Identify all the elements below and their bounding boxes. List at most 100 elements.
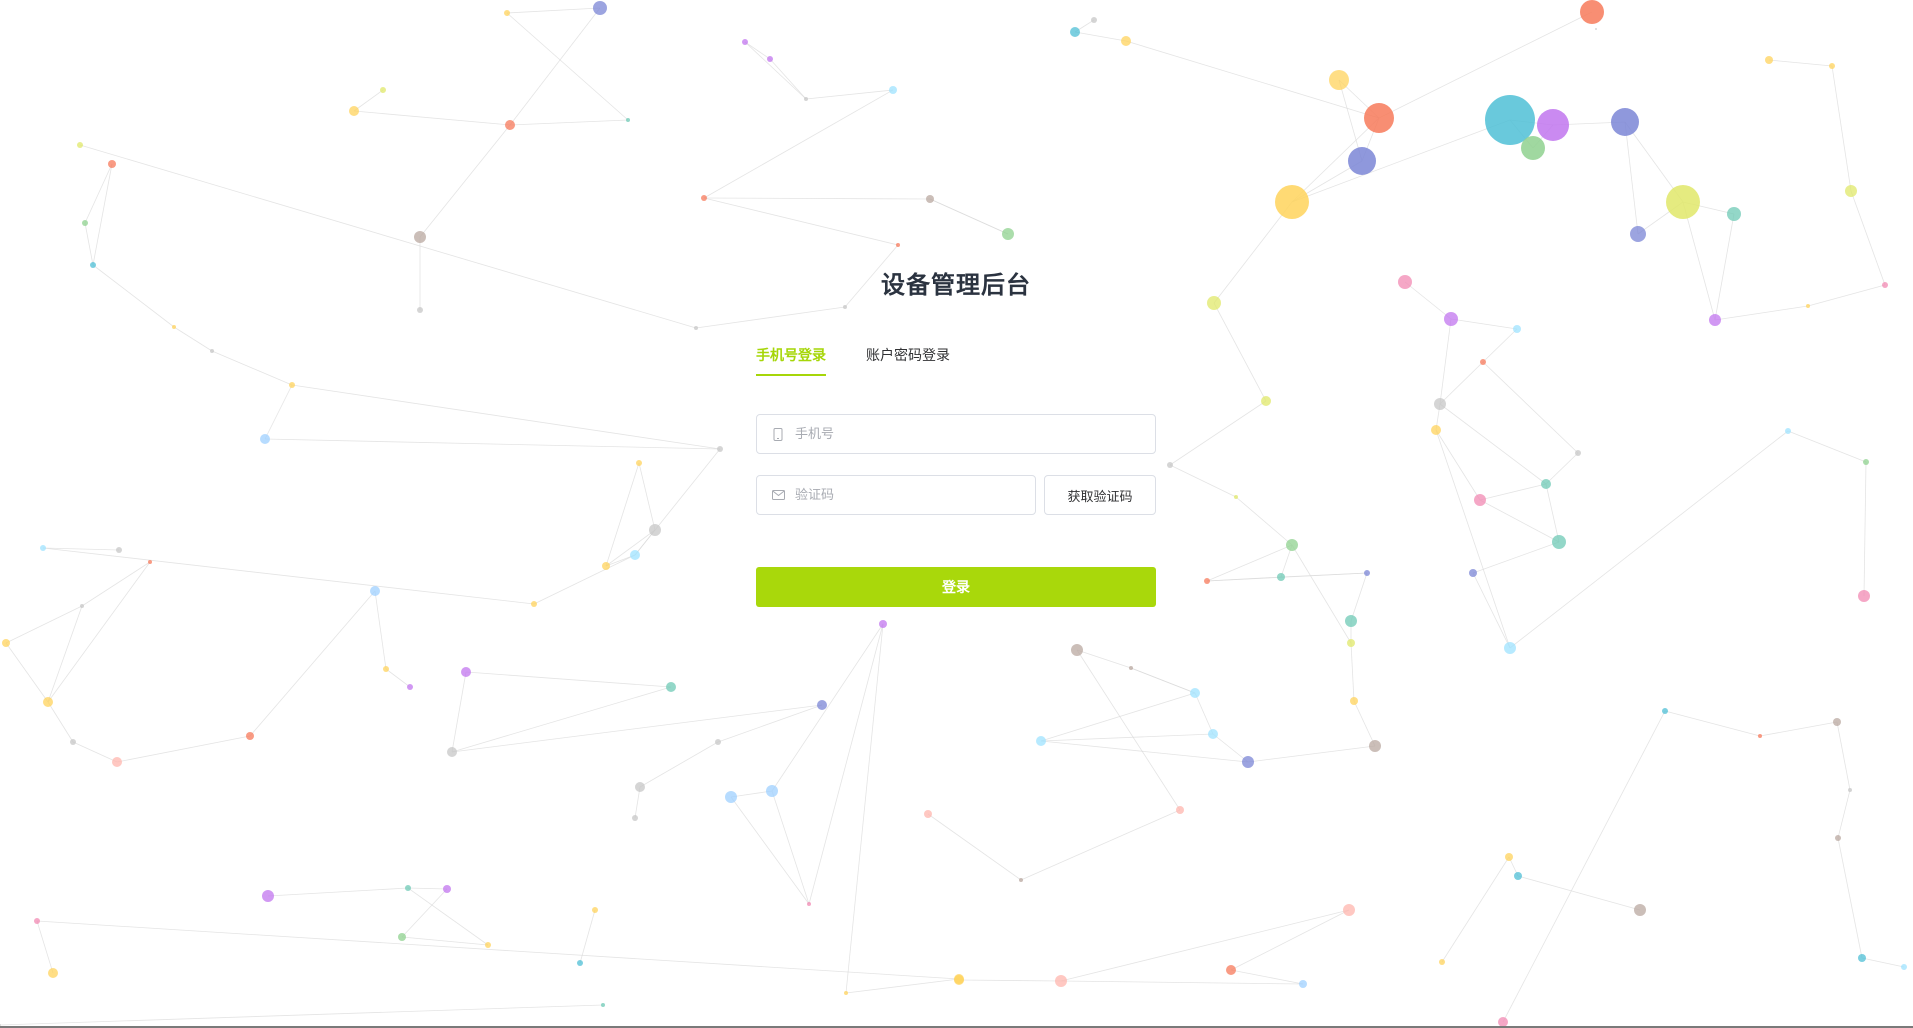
network-link bbox=[808, 623, 884, 905]
tab-account-login[interactable]: 账户密码登录 bbox=[866, 342, 950, 376]
network-particle bbox=[649, 524, 661, 536]
network-link bbox=[1479, 499, 1560, 543]
code-input[interactable] bbox=[793, 476, 1035, 514]
network-link bbox=[1768, 59, 1833, 67]
network-particle bbox=[636, 460, 642, 466]
network-particle bbox=[116, 547, 122, 553]
network-particle bbox=[694, 326, 698, 330]
network-link bbox=[1378, 11, 1593, 119]
network-link bbox=[1624, 121, 1639, 235]
network-particle bbox=[807, 902, 811, 906]
network-particle bbox=[40, 545, 46, 551]
network-link bbox=[579, 909, 596, 964]
network-particle bbox=[1630, 226, 1646, 242]
network-particle bbox=[1347, 639, 1355, 647]
network-particle bbox=[1474, 494, 1486, 506]
network-particle bbox=[1176, 806, 1184, 814]
network-particle bbox=[1204, 578, 1210, 584]
network-particle bbox=[924, 810, 932, 818]
network-particle bbox=[1806, 304, 1810, 308]
network-particle bbox=[1505, 853, 1513, 861]
network-particle bbox=[1709, 314, 1721, 326]
network-particle bbox=[1091, 17, 1097, 23]
network-particle bbox=[414, 231, 426, 243]
network-link bbox=[1472, 572, 1511, 649]
network-particle bbox=[349, 106, 359, 116]
network-particle bbox=[70, 739, 76, 745]
phone-icon bbox=[771, 427, 785, 441]
network-particle bbox=[666, 682, 676, 692]
network-particle bbox=[926, 195, 934, 203]
network-link bbox=[1863, 461, 1867, 597]
code-field bbox=[756, 475, 1036, 515]
page-title: 设备管理后台 bbox=[881, 271, 1031, 299]
network-link bbox=[1169, 400, 1267, 466]
network-particle bbox=[1364, 570, 1370, 576]
network-link bbox=[465, 671, 672, 688]
network-link bbox=[1040, 733, 1214, 742]
network-particle bbox=[577, 960, 583, 966]
network-link bbox=[1759, 721, 1838, 737]
network-link bbox=[634, 448, 721, 556]
network-particle bbox=[1595, 28, 1597, 30]
network-particle bbox=[1167, 462, 1173, 468]
get-code-button[interactable]: 获取验证码 bbox=[1044, 475, 1156, 515]
network-link bbox=[506, 12, 629, 121]
network-particle bbox=[1398, 275, 1412, 289]
network-link bbox=[1169, 464, 1237, 498]
network-particle bbox=[1611, 108, 1639, 136]
network-particle bbox=[260, 434, 270, 444]
network-particle bbox=[954, 974, 964, 984]
network-particle bbox=[1242, 756, 1254, 768]
network-link bbox=[1074, 31, 1127, 42]
network-particle bbox=[108, 160, 116, 168]
network-particle bbox=[1727, 207, 1741, 221]
phone-field bbox=[756, 414, 1156, 454]
network-link bbox=[1020, 809, 1181, 881]
network-link bbox=[401, 936, 489, 946]
network-link bbox=[638, 462, 656, 531]
network-link bbox=[1850, 190, 1886, 286]
network-particle bbox=[1765, 56, 1773, 64]
network-link bbox=[703, 89, 894, 199]
network-particle bbox=[1275, 185, 1309, 219]
network-link bbox=[1230, 969, 1304, 985]
network-link bbox=[1076, 649, 1181, 811]
phone-input[interactable] bbox=[793, 415, 1155, 453]
network-link bbox=[419, 124, 511, 238]
network-particle bbox=[77, 142, 83, 148]
network-link bbox=[451, 686, 672, 753]
network-particle bbox=[1207, 296, 1221, 310]
network-link bbox=[374, 590, 387, 670]
login-button[interactable]: 登录 bbox=[756, 567, 1156, 607]
tab-phone-login[interactable]: 手机号登录 bbox=[756, 342, 826, 376]
network-particle bbox=[1002, 228, 1014, 240]
network-particle bbox=[1845, 185, 1857, 197]
network-link bbox=[509, 119, 629, 126]
network-particle bbox=[742, 39, 748, 45]
network-particle bbox=[1277, 573, 1285, 581]
network-particle bbox=[1350, 697, 1358, 705]
network-particle bbox=[1829, 63, 1835, 69]
network-particle bbox=[1785, 428, 1791, 434]
network-link bbox=[771, 623, 884, 792]
network-link bbox=[92, 264, 175, 328]
network-particle bbox=[593, 1, 607, 15]
network-particle bbox=[626, 118, 630, 122]
network-particle bbox=[889, 86, 897, 94]
network-particle bbox=[1514, 872, 1522, 880]
network-particle bbox=[1758, 734, 1762, 738]
network-link bbox=[1291, 119, 1511, 203]
network-link bbox=[47, 561, 151, 703]
network-link bbox=[533, 554, 636, 605]
network-particle bbox=[34, 918, 40, 924]
network-particle bbox=[1329, 70, 1349, 90]
network-particle bbox=[262, 890, 274, 902]
network-link bbox=[264, 438, 721, 450]
network-particle bbox=[1071, 644, 1083, 656]
network-link bbox=[605, 529, 656, 567]
network-link bbox=[771, 790, 810, 905]
network-particle bbox=[1369, 740, 1381, 752]
network-link bbox=[407, 887, 448, 890]
network-particle bbox=[1634, 904, 1646, 916]
